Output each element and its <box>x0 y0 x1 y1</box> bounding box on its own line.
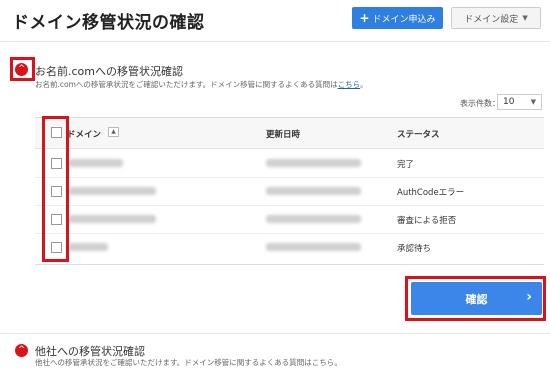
table-row[interactable]: 審査による拒否 <box>35 205 544 234</box>
highlight-toggle-box <box>10 57 35 81</box>
transfer-status-table: ドメイン ▲ 更新日時 ステータス 完了 AuthCodeエラー 審査による拒否… <box>35 117 544 265</box>
plus-icon: + <box>359 11 370 25</box>
table-row[interactable]: AuthCodeエラー <box>35 177 544 206</box>
column-updated: 更新日時 <box>266 130 301 140</box>
caret-down-icon: ▼ <box>530 98 536 106</box>
faq-link[interactable]: こちら <box>338 80 361 89</box>
add-domain-label: ドメイン申込み <box>372 14 436 25</box>
display-count-select[interactable]: 10 ▼ <box>497 94 542 110</box>
domain-value-redacted <box>68 243 108 251</box>
section-divider <box>0 333 550 334</box>
date-value-redacted <box>266 159 361 167</box>
highlight-checkbox-column <box>42 116 69 262</box>
domain-settings-label: ドメイン設定 <box>464 14 519 25</box>
domain-settings-button[interactable]: ドメイン設定 ▼ <box>451 7 541 29</box>
domain-value-redacted <box>68 159 123 167</box>
status-cell: AuthCodeエラー <box>397 188 465 198</box>
section-description-onamae: お名前.comへの移管承状況をご確認いただけます。ドメイン移管に関するよくある質… <box>35 79 368 90</box>
status-cell: 審査による拒否 <box>397 216 457 226</box>
status-cell: 承認待ち <box>397 244 432 254</box>
sort-icon[interactable]: ▲ <box>108 127 119 137</box>
domain-value-redacted <box>68 187 156 195</box>
table-row[interactable]: 完了 <box>35 149 544 178</box>
table-header: ドメイン ▲ 更新日時 ステータス <box>35 118 544 149</box>
display-count-value: 10 <box>503 97 515 107</box>
caret-down-icon: ▼ <box>522 14 528 22</box>
date-value-redacted <box>266 215 361 223</box>
collapse-section-icon[interactable]: ^ <box>15 344 28 357</box>
date-value-redacted <box>266 187 361 195</box>
header-divider <box>0 41 550 42</box>
column-domain: ドメイン <box>67 130 102 140</box>
column-status: ステータス <box>397 130 440 140</box>
add-domain-button[interactable]: + ドメイン申込み <box>352 7 443 29</box>
table-row[interactable]: 承認待ち <box>35 233 544 261</box>
display-count-label: 表示件数： <box>460 99 500 108</box>
section-description-other: 他社への移管承状況をご確認いただけます。ドメイン移管に関するよくある質問はこちら… <box>35 358 342 367</box>
highlight-confirm-box <box>405 276 546 321</box>
section-description-suffix: 。 <box>360 80 368 89</box>
section-title-onamae: お名前.comへの移管状況確認 <box>35 65 183 78</box>
section-description-text: お名前.comへの移管承状況をご確認いただけます。ドメイン移管に関するよくある質… <box>35 80 338 89</box>
date-value-redacted <box>266 243 361 251</box>
page-title: ドメイン移管状況の確認 <box>12 13 205 33</box>
status-cell: 完了 <box>397 160 415 170</box>
domain-value-redacted <box>68 215 156 223</box>
